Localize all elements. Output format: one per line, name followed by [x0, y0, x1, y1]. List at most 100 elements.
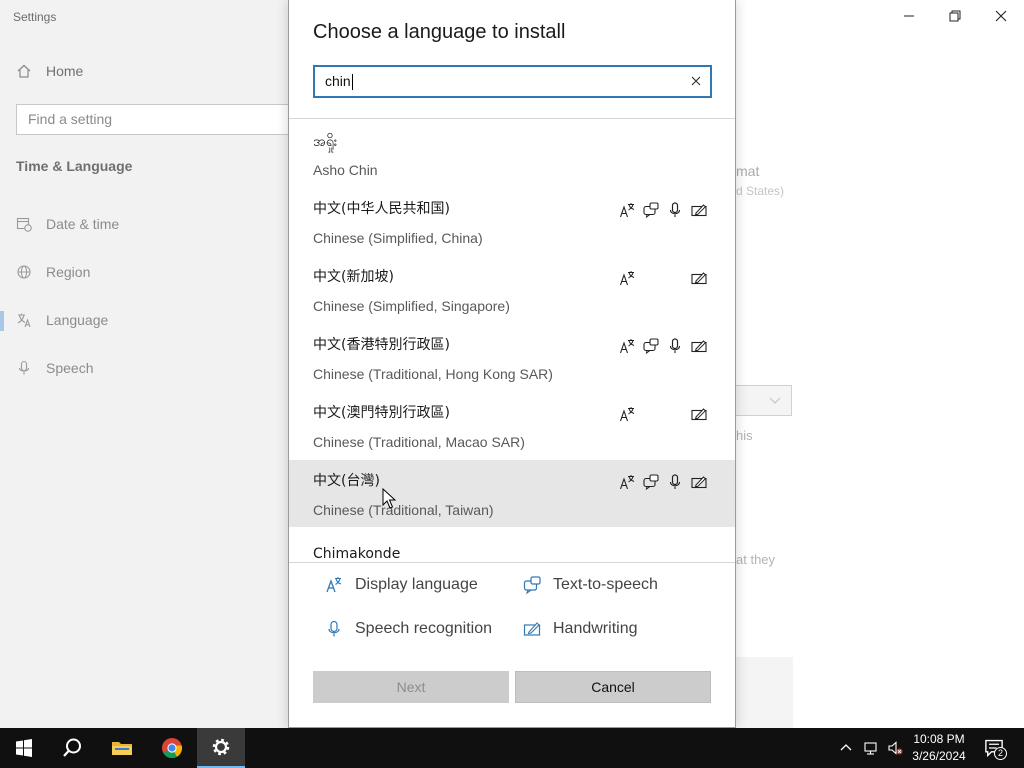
- speech-recognition-icon: [667, 474, 683, 490]
- action-center-button[interactable]: 2: [980, 728, 1008, 768]
- language-native-name: Chimakonde: [313, 546, 401, 562]
- chevron-down-icon: [769, 397, 781, 404]
- clock-date: 3/26/2024: [912, 749, 966, 763]
- close-window-button[interactable]: [978, 0, 1024, 32]
- handwriting-icon: [691, 474, 707, 490]
- taskbar: 10:08 PM 3/26/2024 2: [0, 728, 1024, 768]
- display-language-icon: [619, 474, 635, 490]
- nav-home-label: Home: [46, 63, 84, 79]
- language-list-item[interactable]: 中文(香港特別行政區) Chinese (Traditional, Hong Ko…: [289, 324, 735, 391]
- language-native-name: 中文(香港特別行政區): [313, 337, 450, 353]
- chrome-icon: [162, 738, 183, 759]
- language-native-name: 中文(澳門特別行政區): [313, 405, 450, 421]
- legend-handwriting: Handwriting: [523, 620, 637, 638]
- legend-speech-recognition: Speech recognition: [325, 620, 492, 638]
- language-native-name: 中文(新加坡): [313, 269, 394, 285]
- sidebar-item-label: Speech: [46, 360, 94, 376]
- display-language-icon: [619, 338, 635, 354]
- nav-home[interactable]: Home: [16, 63, 83, 79]
- sidebar-item-date-time[interactable]: Date & time: [16, 216, 119, 232]
- find-setting-placeholder: Find a setting: [28, 111, 113, 127]
- language-native-name: အရှိုး: [313, 134, 338, 150]
- language-english-name: Chinese (Traditional, Taiwan): [313, 502, 494, 518]
- chrome-button[interactable]: [148, 728, 196, 768]
- search-icon: [63, 738, 81, 757]
- choose-language-dialog: Choose a language to install chin အရှိုး…: [288, 0, 736, 728]
- minimize-button[interactable]: [886, 0, 932, 32]
- sidebar-item-language[interactable]: Language: [16, 312, 108, 328]
- text-to-speech-icon: [643, 474, 659, 491]
- language-list-item[interactable]: 中文(澳門特別行政區) Chinese (Traditional, Macao S…: [289, 392, 735, 459]
- legend-display-language: Display language: [325, 576, 478, 594]
- text-to-speech-icon: [523, 576, 541, 595]
- text-to-speech-icon: [643, 202, 659, 219]
- language-icon: [17, 313, 31, 328]
- active-nav-indicator: [0, 311, 4, 331]
- bg-this-text: his: [736, 428, 753, 443]
- window-title: Settings: [13, 10, 57, 24]
- sidebar-item-region[interactable]: Region: [16, 264, 90, 280]
- folder-icon: [112, 742, 132, 755]
- handwriting-icon: [691, 406, 707, 422]
- chevron-up-icon: [840, 744, 852, 751]
- restore-button[interactable]: [932, 0, 978, 32]
- dialog-title: Choose a language to install: [313, 21, 566, 43]
- speech-recognition-icon: [667, 338, 683, 354]
- handwriting-icon: [691, 202, 707, 218]
- bg-dropdown: [735, 385, 792, 416]
- language-search-input[interactable]: chin: [313, 65, 712, 98]
- language-english-name: Chinese (Simplified, China): [313, 230, 483, 246]
- find-setting-input[interactable]: Find a setting: [16, 104, 306, 135]
- gear-icon: [212, 738, 230, 756]
- minimize-icon: [904, 15, 914, 17]
- notification-count-badge: 2: [994, 747, 1007, 760]
- bg-format-subtext: d States): [736, 184, 785, 198]
- legend-speech-label: Speech recognition: [355, 620, 492, 637]
- start-button[interactable]: [0, 728, 48, 768]
- handwriting-icon: [691, 270, 707, 286]
- display-language-icon: [619, 270, 635, 286]
- taskbar-clock[interactable]: 10:08 PM 3/26/2024: [900, 731, 978, 765]
- language-list-item[interactable]: 中文(台灣) Chinese (Traditional, Taiwan): [289, 460, 735, 527]
- search-button[interactable]: [48, 728, 96, 768]
- close-icon: [995, 10, 1007, 22]
- sidebar-item-label: Region: [46, 264, 91, 280]
- sidebar-item-label: Language: [46, 312, 109, 328]
- list-top-divider: [289, 118, 735, 119]
- settings-taskbar-button[interactable]: [197, 728, 245, 768]
- next-button[interactable]: Next: [313, 671, 509, 703]
- home-icon: [17, 64, 31, 78]
- language-list-item[interactable]: 中文(新加坡) Chinese (Simplified, Singapore): [289, 256, 735, 323]
- calendar-clock-icon: [16, 217, 32, 232]
- sidebar-item-label: Date & time: [46, 216, 120, 232]
- file-explorer-button[interactable]: [98, 728, 146, 768]
- microphone-icon: [18, 360, 30, 375]
- handwriting-icon: [523, 620, 541, 638]
- language-native-name: 中文(中华人民共和国): [313, 201, 450, 217]
- network-tray-button[interactable]: [860, 728, 882, 768]
- list-bottom-divider: [289, 562, 735, 563]
- language-list-item[interactable]: 中文(中华人民共和国) Chinese (Simplified, China): [289, 188, 735, 255]
- mouse-cursor-icon: [382, 488, 396, 509]
- language-english-name: Chinese (Traditional, Hong Kong SAR): [313, 366, 553, 382]
- search-input-text: chin: [325, 73, 353, 91]
- tray-chevron[interactable]: [836, 728, 856, 768]
- legend-handwriting-label: Handwriting: [553, 620, 638, 637]
- windows-logo-icon: [16, 739, 32, 757]
- language-list: အရှိုး Asho Chin 中文(中华人民共和国) Chinese (Simpl…: [289, 120, 735, 562]
- legend-text-to-speech: Text-to-speech: [523, 576, 658, 595]
- language-english-name: Asho Chin: [313, 162, 378, 178]
- speech-recognition-icon: [325, 620, 343, 638]
- legend-display-label: Display language: [355, 576, 478, 593]
- globe-icon: [17, 265, 31, 279]
- language-list-item[interactable]: အရှိုး Asho Chin: [289, 122, 735, 189]
- legend-tts-label: Text-to-speech: [553, 576, 658, 593]
- bg-block: [735, 657, 793, 728]
- display-language-icon: [619, 406, 635, 422]
- cancel-button[interactable]: Cancel: [515, 671, 711, 703]
- text-to-speech-icon: [643, 338, 659, 355]
- clear-search-icon[interactable]: [690, 75, 702, 87]
- display-language-icon: [325, 576, 343, 594]
- language-list-item[interactable]: Chimakonde: [289, 528, 735, 562]
- sidebar-item-speech[interactable]: Speech: [16, 360, 93, 376]
